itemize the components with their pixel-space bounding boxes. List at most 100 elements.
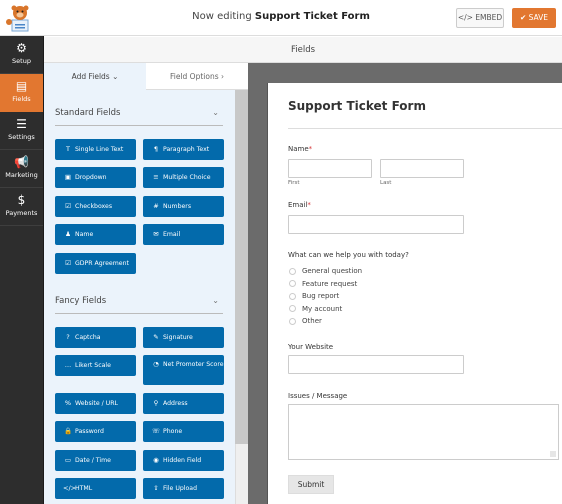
fancy-fields-title: Fancy Fields: [55, 296, 107, 306]
field-button-label: Phone: [163, 428, 183, 435]
radio-label: Bug report: [302, 292, 340, 300]
first-name-input[interactable]: [288, 159, 372, 178]
radio-circle-icon[interactable]: [289, 267, 296, 275]
field-button-signature[interactable]: ✎ Signature: [143, 327, 224, 348]
field-button-captcha[interactable]: ? Captcha: [55, 327, 136, 348]
field-button-single-line-text[interactable]: T Single Line Text: [55, 139, 136, 160]
nav-item-setup[interactable]: ⚙ Setup: [0, 36, 43, 74]
name-label-text: Name: [288, 145, 309, 153]
radio-option-feature-request[interactable]: Feature request: [289, 280, 357, 290]
field-button-label: Net Promoter Score: [163, 361, 224, 368]
field-button-paragraph-text[interactable]: ¶ Paragraph Text: [143, 139, 224, 160]
tab-field-options[interactable]: Field Options ›: [146, 63, 248, 90]
field-button-label: File Upload: [163, 485, 198, 492]
radio-option-bug-report[interactable]: Bug report: [289, 292, 339, 302]
field-button-name[interactable]: ♟ Name: [55, 224, 136, 245]
fields-list: Standard Fields ⌄ Fancy Fields ⌄ T Single…: [44, 90, 235, 504]
field-button-label: Website / URL: [75, 400, 118, 407]
field-button-label: Email: [163, 231, 181, 238]
radio-label: General question: [302, 267, 363, 275]
field-button-checkboxes[interactable]: ☑ Checkboxes: [55, 196, 136, 217]
field-button-file-upload[interactable]: ⇪ File Upload: [143, 478, 224, 499]
address-icon: ⚲: [153, 399, 159, 407]
chevron-down-icon: ⌄: [212, 296, 219, 305]
field-button-password[interactable]: 🔒 Password: [55, 421, 136, 442]
password-icon: 🔒: [63, 427, 73, 435]
radio-label: Other: [302, 317, 322, 325]
save-button[interactable]: ✔ SAVE: [512, 8, 556, 28]
question-label: What can we help you with today?: [288, 251, 409, 259]
field-button-label: Signature: [163, 334, 193, 341]
scrollbar-thumb[interactable]: [235, 90, 248, 444]
radio-option-other[interactable]: Other: [289, 317, 322, 327]
nav-item-settings[interactable]: ☰ Settings: [0, 112, 43, 150]
radio-circle-icon[interactable]: [289, 280, 296, 287]
field-button-dropdown[interactable]: ▣ Dropdown: [55, 167, 136, 188]
title-prefix: Now editing: [192, 11, 252, 22]
radio-option-general-question[interactable]: General question: [289, 267, 362, 277]
gear-icon: ⚙: [16, 41, 27, 55]
radio-circle-icon[interactable]: [289, 292, 296, 300]
field-button-email[interactable]: ✉ Email: [143, 224, 224, 245]
last-name-input[interactable]: [380, 159, 464, 178]
form-name: Support Ticket Form: [254, 11, 370, 22]
paragraph-text-icon: ¶: [153, 145, 159, 153]
field-button-label: GDPR Agreement: [75, 260, 129, 267]
field-button-numbers[interactable]: # Numbers: [143, 196, 224, 217]
checkmark-icon: ✔: [519, 13, 527, 22]
chevron-down-icon: ⌄: [212, 108, 219, 117]
email-input[interactable]: [288, 215, 464, 234]
radio-circle-icon[interactable]: [289, 317, 296, 325]
message-textarea[interactable]: [288, 404, 559, 460]
form-title: Support Ticket Form: [288, 99, 426, 113]
divider: [288, 128, 562, 129]
file-upload-icon: ⇪: [153, 484, 159, 492]
nav-item-marketing[interactable]: 📢 Marketing: [0, 150, 43, 188]
field-button-website-url[interactable]: % Website / URL: [55, 393, 136, 414]
net-promoter-score-icon: ◔: [153, 360, 159, 368]
email-icon: ✉: [153, 230, 159, 238]
nav-label: Payments: [5, 209, 38, 217]
multiple-choice-icon: ≡: [153, 173, 159, 181]
tab-add-fields[interactable]: Add Fields ⌄: [44, 63, 146, 90]
field-button-phone[interactable]: ☏ Phone: [143, 421, 224, 442]
nav-item-payments[interactable]: $ Payments: [0, 188, 43, 226]
nav-label: Setup: [12, 57, 31, 65]
field-button-address[interactable]: ⚲ Address: [143, 393, 224, 414]
email-label: Email*: [288, 201, 311, 209]
field-button-label: Checkboxes: [75, 203, 113, 210]
embed-button[interactable]: </> EMBED: [456, 8, 504, 28]
gdpr-agreement-icon: ☑: [65, 259, 71, 267]
field-button-html[interactable]: </>HTML: [55, 478, 136, 499]
nav-label: Fields: [12, 95, 31, 103]
nav-item-fields[interactable]: ▤ Fields: [0, 74, 43, 112]
required-mark: *: [308, 145, 313, 153]
field-button-label: HTML: [75, 485, 93, 492]
dollar-icon: $: [17, 193, 26, 207]
radio-option-my-account[interactable]: My account: [289, 305, 342, 315]
required-mark: *: [307, 201, 311, 209]
field-button-label: Multiple Choice: [163, 174, 211, 181]
field-button-net-promoter-score[interactable]: ◔ Net Promoter Score: [143, 355, 224, 385]
website-input[interactable]: [288, 355, 464, 374]
submit-button[interactable]: Submit: [288, 475, 334, 494]
sliders-icon: ☰: [16, 117, 27, 131]
save-label: SAVE: [528, 13, 549, 22]
panel-tabs: Add Fields ⌄ Field Options ›: [44, 63, 248, 90]
standard-fields-header[interactable]: Standard Fields ⌄: [55, 100, 223, 126]
field-button-multiple-choice[interactable]: ≡ Multiple Choice: [143, 167, 224, 188]
field-button-hidden-field[interactable]: ◉ Hidden Field: [143, 450, 224, 471]
radio-label: My account: [302, 304, 343, 313]
field-button-label: Password: [75, 428, 104, 435]
field-button-label: Single Line Text: [75, 146, 124, 153]
fancy-fields-header[interactable]: Fancy Fields ⌄: [55, 288, 223, 314]
standard-fields-title: Standard Fields: [55, 108, 121, 118]
radio-circle-icon[interactable]: [289, 305, 296, 312]
single-line-text-icon: T: [66, 145, 70, 153]
field-button-likert-scale[interactable]: … Likert Scale: [55, 355, 136, 376]
field-button-gdpr-agreement[interactable]: ☑ GDPR Agreement: [55, 253, 136, 274]
resize-grip-icon[interactable]: [550, 451, 556, 457]
field-button-date-time[interactable]: ▭ Date / Time: [55, 450, 136, 471]
field-button-label: Date / Time: [75, 457, 111, 464]
nav-label: Settings: [8, 133, 35, 141]
